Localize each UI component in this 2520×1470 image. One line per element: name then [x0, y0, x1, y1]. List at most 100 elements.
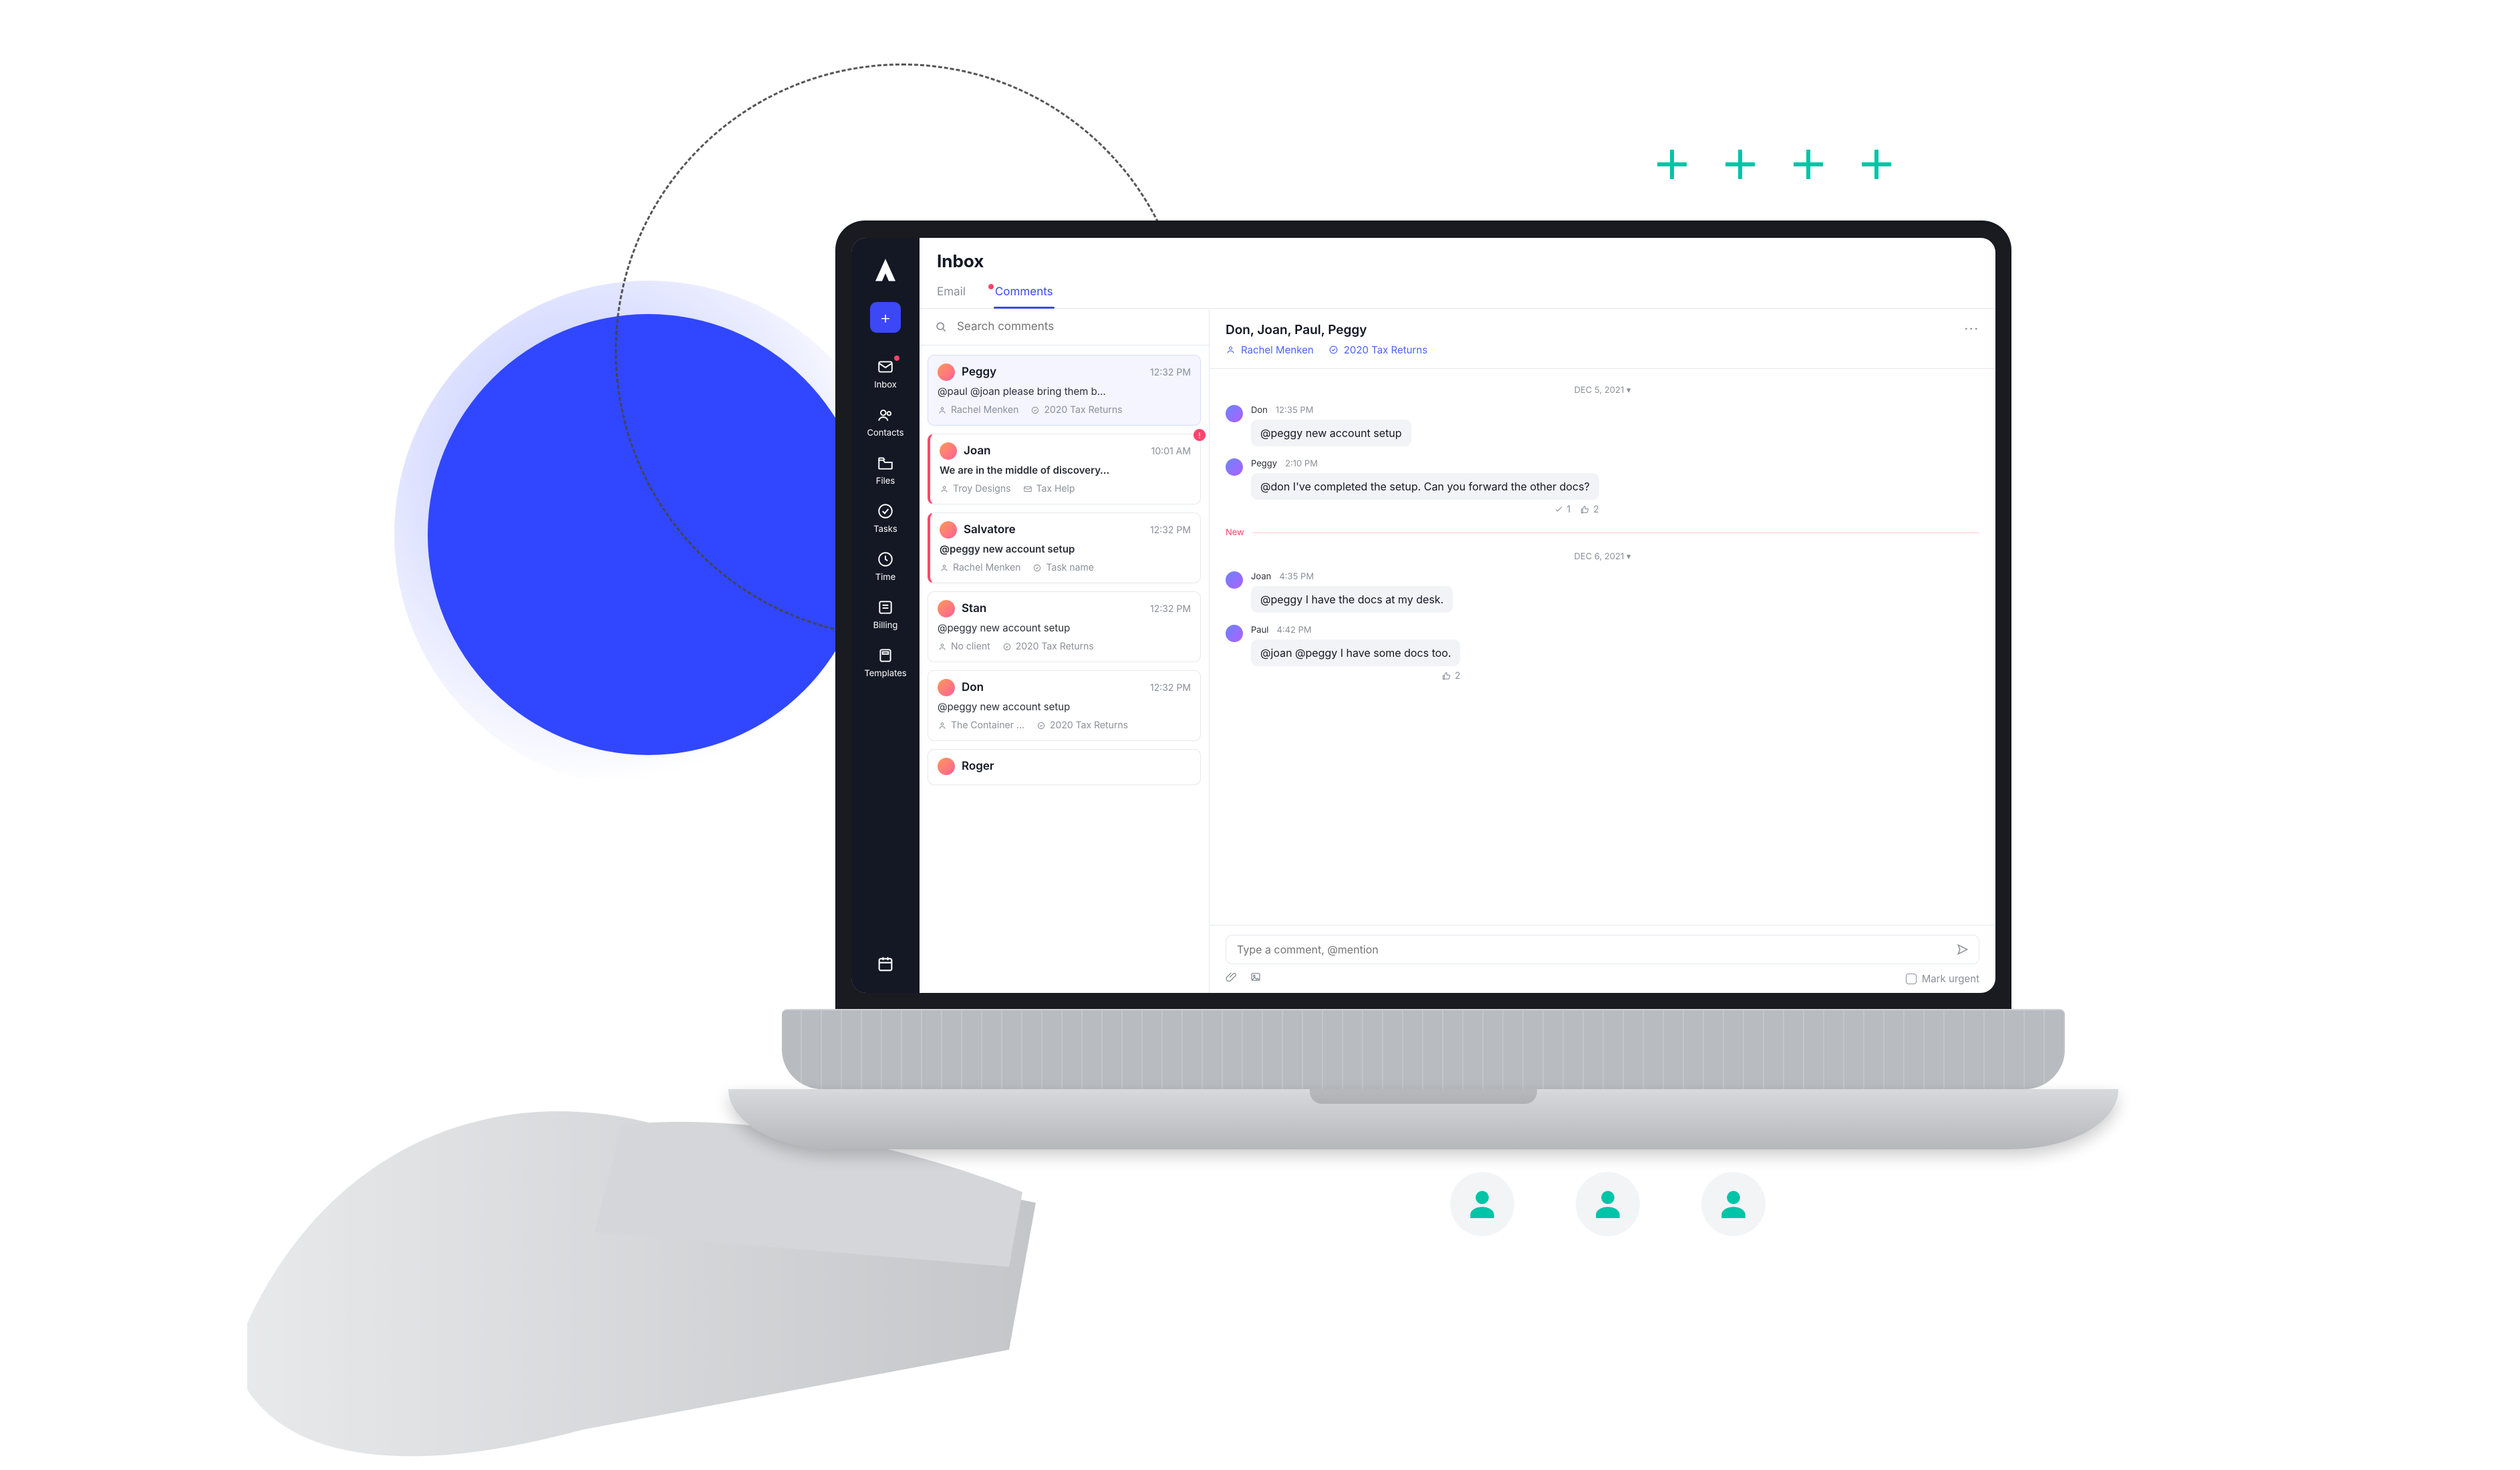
- list-item-time: 10:01 AM: [1151, 446, 1191, 457]
- task-icon: [1328, 345, 1339, 355]
- avatar: [938, 363, 955, 381]
- templates-icon: [877, 647, 894, 664]
- message-time: 4:35 PM: [1279, 571, 1314, 582]
- decorative-person-icon: [1576, 1172, 1640, 1236]
- thread-more-button[interactable]: ⋮: [1963, 321, 1980, 337]
- list-item-name: Roger: [962, 760, 994, 773]
- avatar: [940, 442, 957, 460]
- sidebar-item-time[interactable]: Time: [875, 551, 896, 583]
- thread-participants: Don, Joan, Paul, Peggy: [1226, 322, 1367, 337]
- message: Don12:35 PM@peggy new account setup: [1226, 405, 1979, 446]
- message: Joan4:35 PM@peggy I have the docs at my …: [1226, 571, 1979, 613]
- list-item[interactable]: Salvatore 12:32 PM @peggy new account setu…: [928, 512, 1201, 583]
- decorative-person-icon: [1450, 1172, 1514, 1236]
- search-bar[interactable]: [920, 309, 1209, 345]
- message: Peggy 2:10 PM @don I've completed the setu…: [1226, 458, 1979, 515]
- list-item[interactable]: Roger: [928, 749, 1201, 785]
- list-item-name: Peggy: [962, 365, 996, 379]
- list-item-time: 12:32 PM: [1150, 525, 1191, 536]
- list-item-name: Joan: [964, 444, 991, 458]
- search-input[interactable]: [956, 319, 1194, 334]
- image-button[interactable]: [1250, 971, 1262, 986]
- send-icon[interactable]: [1956, 943, 1969, 956]
- tab-email[interactable]: Email: [937, 285, 966, 308]
- list-item[interactable]: Stan12:32 PM@peggy new account setupNo c…: [928, 591, 1201, 662]
- attach-icon: [1226, 971, 1238, 983]
- avatar: [1226, 405, 1243, 422]
- ack-count[interactable]: 1: [1554, 504, 1571, 515]
- list-item-name: Stan: [962, 602, 986, 615]
- list-item-task: Task name: [1032, 562, 1093, 573]
- list-item-time: 12:32 PM: [1150, 367, 1191, 378]
- decorative-person-icon: [1701, 1172, 1766, 1236]
- thread-client-link[interactable]: Rachel Menken: [1226, 343, 1314, 356]
- sidebar-item-inbox[interactable]: Inbox: [874, 358, 897, 390]
- list-item-snippet: @peggy new account setup: [940, 543, 1191, 555]
- message-bubble: @joan @peggy I have some docs too.: [1251, 639, 1460, 666]
- list-item-client: Rachel Menken: [938, 404, 1018, 416]
- message-bubble: @peggy new account setup: [1251, 420, 1411, 446]
- tasks-icon: [877, 502, 894, 520]
- mark-urgent-toggle[interactable]: Mark urgent: [1906, 972, 1979, 985]
- person-icon: [1226, 345, 1236, 355]
- message-author: Peggy: [1251, 458, 1277, 469]
- list-item-snippet: @paul @joan please bring them b…: [938, 385, 1191, 398]
- sidebar-item-contacts[interactable]: Contacts: [867, 406, 903, 438]
- list-item-task: 2020 Tax Returns: [1030, 404, 1122, 416]
- new-button[interactable]: +: [870, 302, 901, 333]
- comment-list: Peggy 12:32 PM @paul @joan please bring th…: [920, 345, 1209, 993]
- like-count[interactable]: 2: [1580, 504, 1599, 515]
- sidebar-item-calendar[interactable]: [876, 955, 895, 977]
- message-time: 4:42 PM: [1276, 625, 1311, 635]
- sidebar-item-tasks[interactable]: Tasks: [873, 502, 897, 535]
- alert-badge: !: [1194, 429, 1206, 441]
- list-item[interactable]: Peggy 12:32 PM @paul @joan please bring th…: [928, 355, 1201, 426]
- avatar: [938, 679, 955, 696]
- list-item-name: Don: [962, 681, 984, 694]
- list-item-time: 12:32 PM: [1150, 603, 1191, 615]
- billing-icon: [877, 599, 894, 616]
- message-pane: DEC 5, 2021Don12:35 PM@peggy new account…: [1210, 369, 1995, 925]
- tab-comments[interactable]: Comments: [995, 285, 1053, 308]
- message-author: Paul: [1251, 625, 1268, 635]
- list-item-client: No client: [938, 641, 990, 652]
- message-author: Joan: [1251, 571, 1271, 582]
- message-time: 2:10 PM: [1285, 458, 1318, 469]
- inbox-tabs: Email Comments: [920, 277, 1995, 309]
- laptop-base: [728, 1089, 2118, 1149]
- attach-button[interactable]: [1226, 971, 1238, 986]
- list-item-snippet: We are in the middle of discovery…: [940, 464, 1191, 476]
- list-item[interactable]: !Joan10:01 AMWe are in the middle of dis…: [928, 434, 1201, 504]
- avatar: [940, 521, 957, 539]
- comment-input[interactable]: [1236, 942, 1956, 957]
- sidebar-item-templates[interactable]: Templates: [864, 647, 906, 679]
- list-item-task: 2020 Tax Returns: [1002, 641, 1094, 652]
- list-item-task: Tax Help: [1023, 483, 1075, 494]
- date-divider[interactable]: DEC 5, 2021: [1226, 380, 1979, 405]
- image-icon: [1250, 971, 1262, 983]
- message-author: Don: [1251, 405, 1268, 416]
- comment-input-wrap[interactable]: [1226, 935, 1979, 964]
- avatar: [1226, 458, 1243, 476]
- date-divider[interactable]: DEC 6, 2021: [1226, 546, 1979, 571]
- message-bubble: @don I've completed the setup. Can you f…: [1251, 473, 1599, 500]
- app-logo[interactable]: [872, 257, 899, 283]
- files-icon: [877, 454, 894, 472]
- avatar: [1226, 625, 1243, 642]
- list-item-snippet: @peggy new account setup: [938, 700, 1191, 713]
- decorative-plus-row: [1657, 150, 1891, 179]
- sidebar-item-billing[interactable]: Billing: [873, 599, 898, 631]
- inbox-icon: [877, 358, 894, 376]
- thread-task-link[interactable]: 2020 Tax Returns: [1328, 343, 1427, 356]
- unread-dot-icon: [988, 284, 994, 289]
- list-item-name: Salvatore: [964, 523, 1016, 537]
- laptop-mockup: + Inbox Contacts Files: [835, 220, 2011, 1149]
- like-count[interactable]: 2: [1441, 670, 1461, 682]
- list-item[interactable]: Don12:32 PM@peggy new account setupThe C…: [928, 670, 1201, 741]
- sidebar-item-label: Billing: [873, 620, 898, 631]
- message: Paul 4:42 PM @joan @peggy I have some docs…: [1226, 625, 1979, 682]
- sidebar: + Inbox Contacts Files: [851, 238, 920, 993]
- new-divider: New: [1226, 527, 1979, 538]
- sidebar-item-files[interactable]: Files: [876, 454, 895, 486]
- list-item-client: Rachel Menken: [940, 562, 1020, 573]
